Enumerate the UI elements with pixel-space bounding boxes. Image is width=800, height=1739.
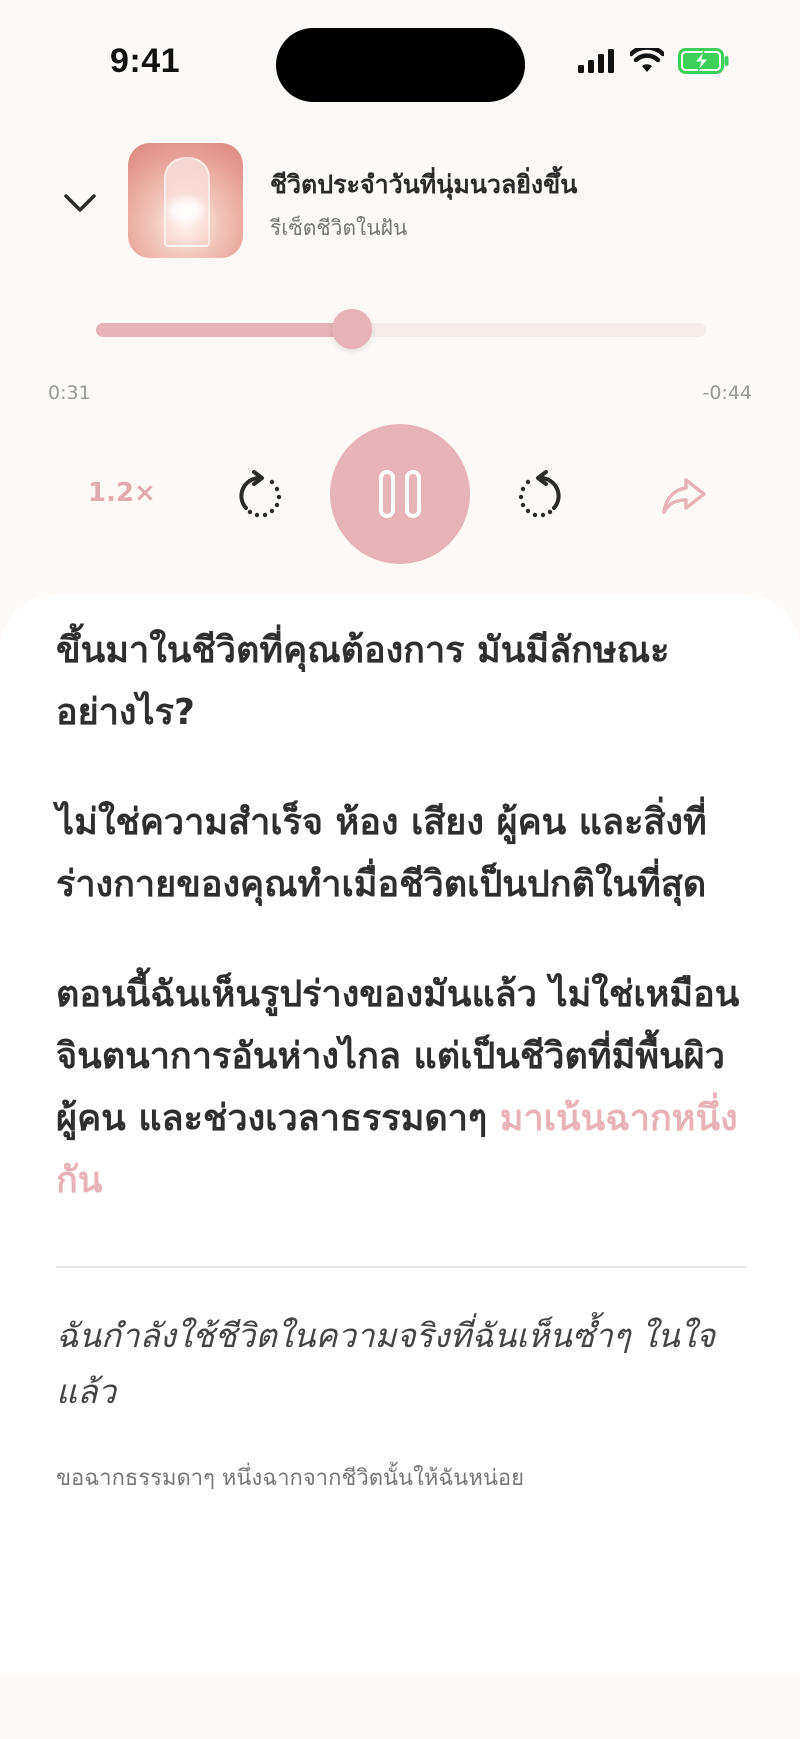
battery-charging-icon — [678, 48, 729, 74]
rewind-icon — [239, 470, 282, 518]
artwork-glow — [168, 198, 204, 222]
rewind-button[interactable] — [232, 468, 288, 524]
forward-button[interactable] — [512, 468, 568, 524]
chevron-down-icon — [64, 194, 96, 212]
playback-speed-button[interactable]: 1.2× — [88, 478, 156, 508]
remaining-time: -0:44 — [702, 382, 752, 404]
transcript-body: ขึ้นมาในชีวิตที่คุณต้องการ มันมีลักษณะอย… — [56, 594, 746, 1495]
album-artwork — [128, 143, 243, 258]
quote-text: ฉันกำลังใช้ชีวิตในความจริงที่ฉันเห็นซ้ำๆ… — [56, 1316, 716, 1411]
collapse-button[interactable] — [60, 183, 100, 223]
wifi-icon — [630, 48, 664, 72]
divider — [56, 1266, 746, 1268]
playback-progress-slider[interactable] — [96, 309, 706, 349]
transcript-panel[interactable]: ขึ้นมาในชีวิตที่คุณต้องการ มันมีลักษณะอย… — [0, 594, 800, 1674]
status-bar: 9:41 — [0, 0, 800, 130]
track-subtitle: รีเซ็ตชีวิตในฝัน — [270, 216, 408, 240]
transcript-paragraph: ไม่ใช่ความสำเร็จ ห้อง เสียง ผู้คน และสิ่… — [56, 802, 707, 905]
status-icons — [578, 48, 730, 74]
bottom-area — [0, 1674, 800, 1739]
prompt-caption: ขอฉากธรรมดาๆ หนึ่งฉากจากชีวิตนั้นให้ฉันห… — [56, 1466, 524, 1491]
elapsed-time: 0:31 — [48, 382, 91, 404]
forward-icon — [518, 470, 561, 518]
dynamic-island — [276, 28, 525, 102]
pause-button[interactable] — [330, 424, 470, 564]
progress-fill — [96, 323, 353, 337]
cellular-signal-icon — [578, 49, 614, 73]
transcript-paragraph: ตอนนี้ฉันเห็นรูปร่างของมันแล้ว ไม่ใช่เหม… — [56, 964, 746, 1212]
progress-thumb[interactable] — [332, 309, 373, 349]
track-title: ชีวิตประจำวันที่นุ่มนวลยิ่งขึ้น — [270, 170, 578, 199]
pause-icon — [379, 470, 421, 518]
transcript-paragraph: ขึ้นมาในชีวิตที่คุณต้องการ มันมีลักษณะอย… — [56, 630, 670, 733]
share-arrow-icon — [662, 478, 706, 514]
status-time: 9:41 — [110, 42, 181, 80]
share-button[interactable] — [660, 472, 708, 520]
